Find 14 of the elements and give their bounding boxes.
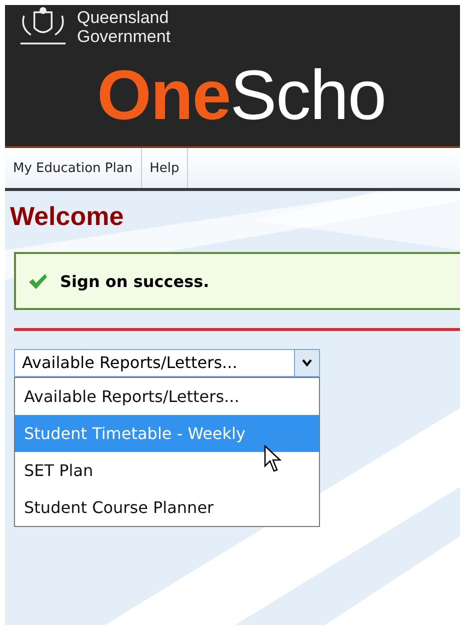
nav-link[interactable]: My Education Plan xyxy=(5,148,142,188)
check-icon xyxy=(28,272,48,290)
logo-text: One xyxy=(97,56,230,134)
logo-text: Scho xyxy=(230,56,386,134)
nav-link[interactable]: Help xyxy=(142,148,188,188)
dropdown-option[interactable]: Student Course Planner xyxy=(15,489,319,526)
reports-select[interactable]: Available Reports/Letters... xyxy=(14,349,320,377)
message-text: Sign on success. xyxy=(60,272,210,290)
dropdown-option[interactable]: SET Plan xyxy=(15,452,319,489)
brand-text: Queensland xyxy=(77,8,170,27)
brand-text: Government xyxy=(77,27,171,46)
dropdown-option[interactable]: Available Reports/Letters... xyxy=(15,378,319,415)
page-heading: Welcome xyxy=(10,201,125,232)
cursor-icon xyxy=(264,445,284,473)
